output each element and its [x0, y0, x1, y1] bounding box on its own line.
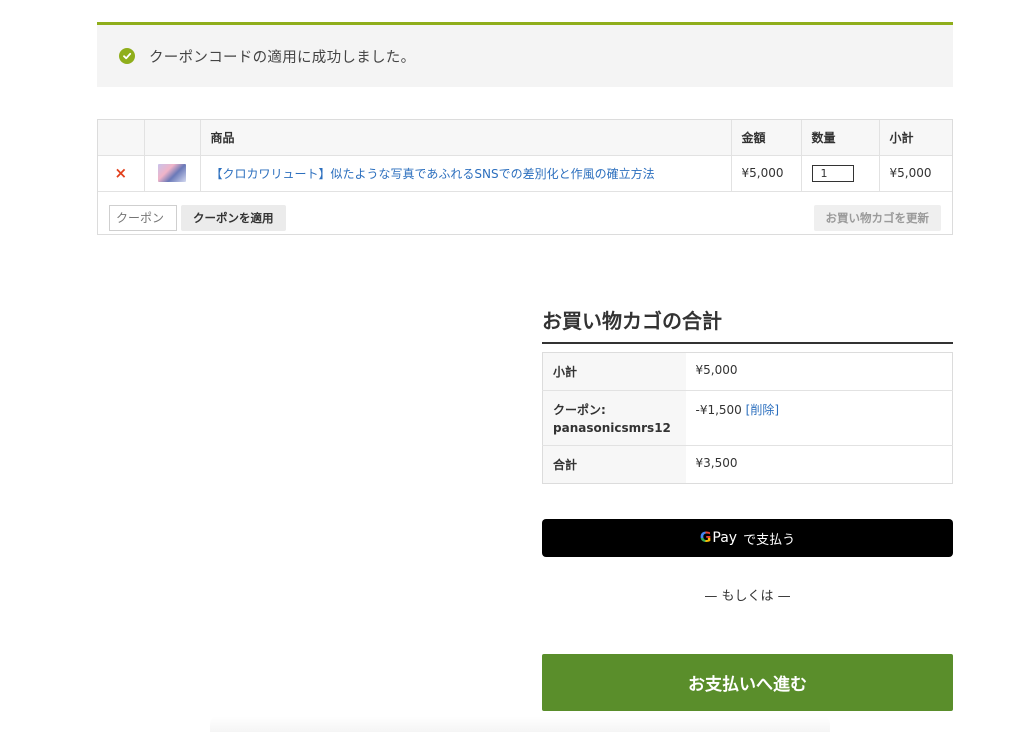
product-cell: 【クロカワリュート】似たような写真であふれるSNSでの差別化と作風の確立方法 — [200, 155, 732, 192]
coupon-value-cell: -¥1,500 [削除] — [685, 390, 953, 446]
coupon-code: panasonicsmrs12 — [553, 421, 671, 435]
remove-item-button[interactable]: × — [108, 164, 134, 182]
cart-item-row: × 【クロカワリュート】似たような写真であふれるSNSでの差別化と作風の確立方法… — [98, 155, 952, 192]
google-pay-button[interactable]: G Pay で支払う — [542, 519, 953, 557]
notice-message: クーポンコードの適用に成功しました。 — [149, 49, 416, 66]
gpay-label: で支払う — [743, 532, 796, 548]
header-product: 商品 — [200, 120, 732, 156]
item-subtotal: ¥5,000 — [879, 155, 952, 192]
coupon-label: クーポン: — [553, 403, 606, 417]
cart-actions: クーポンを適用 お買い物カゴを更新 — [98, 192, 952, 236]
gpay-pay-text: Pay — [712, 530, 738, 546]
totals-total-row: 合計 ¥3,500 — [542, 445, 953, 484]
subtotal-label: 小計 — [542, 352, 686, 391]
header-remove — [98, 120, 145, 156]
quantity-input[interactable] — [811, 164, 854, 182]
apply-coupon-button[interactable]: クーポンを適用 — [181, 205, 286, 231]
totals-coupon-row: クーポン: panasonicsmrs12 -¥1,500 [削除] — [542, 390, 953, 446]
check-circle-icon — [119, 48, 135, 64]
or-separator: — もしくは — — [704, 589, 791, 604]
remove-coupon-link[interactable]: [削除] — [746, 403, 779, 417]
total-label: 合計 — [542, 445, 686, 484]
total-value: ¥3,500 — [695, 456, 738, 470]
product-name-link[interactable]: 【クロカワリュート】似たような写真であふれるSNSでの差別化と作風の確立方法 — [211, 165, 721, 182]
remove-cell: × — [98, 155, 145, 192]
bottom-shadow — [210, 716, 830, 732]
header-thumbnail — [144, 120, 201, 156]
proceed-to-checkout-button[interactable]: お支払いへ進む — [542, 654, 953, 711]
coupon-discount: -¥1,500 — [695, 403, 742, 417]
totals-subtotal-row: 小計 ¥5,000 — [542, 352, 953, 391]
success-notice: クーポンコードの適用に成功しました。 — [97, 22, 953, 87]
header-price: 金額 — [731, 120, 802, 156]
cart-totals-title: お買い物カゴの合計 — [542, 305, 953, 344]
header-quantity: 数量 — [801, 120, 880, 156]
header-subtotal: 小計 — [879, 120, 952, 156]
subtotal-value: ¥5,000 — [685, 352, 953, 391]
coupon-label-cell: クーポン: panasonicsmrs12 — [542, 390, 686, 446]
item-price: ¥5,000 — [731, 155, 802, 192]
coupon-code-input[interactable] — [109, 205, 177, 231]
thumbnail-cell — [144, 155, 201, 192]
quantity-cell — [801, 155, 880, 192]
cart-totals-table: 小計 ¥5,000 クーポン: panasonicsmrs12 -¥1,500 … — [542, 352, 953, 484]
product-thumbnail[interactable] — [158, 164, 186, 182]
update-cart-button[interactable]: お買い物カゴを更新 — [813, 205, 941, 231]
cart-table: 商品 金額 数量 小計 × 【クロカワリュート】似たような写真であふれるSNSで… — [97, 119, 953, 235]
cart-header-row: 商品 金額 数量 小計 — [98, 120, 952, 156]
google-g-icon: G — [699, 530, 712, 546]
